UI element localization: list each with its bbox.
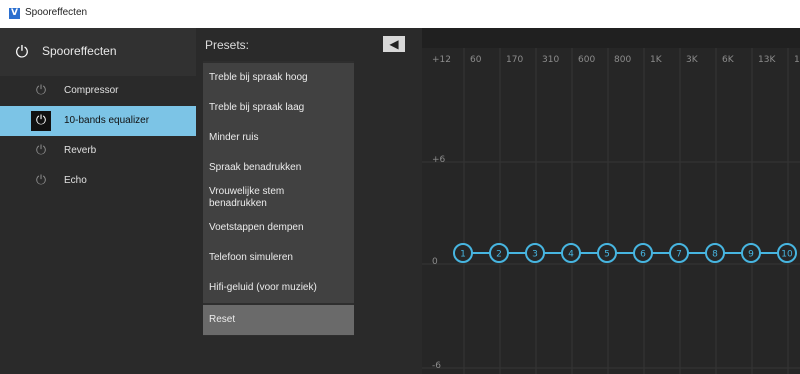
band-number: 9: [748, 250, 754, 260]
preset-item[interactable]: Hifi-geluid (voor muziek): [203, 273, 354, 303]
frequency-label: 310: [542, 55, 559, 65]
band-number: 4: [568, 250, 574, 260]
frequency-label: 16K: [794, 55, 800, 65]
preset-item[interactable]: Vrouwelijke stem benadrukken: [203, 183, 354, 213]
band-number: 7: [676, 250, 682, 260]
preset-item[interactable]: Treble bij spraak laag: [203, 93, 354, 123]
power-icon[interactable]: ⏻: [12, 42, 32, 62]
band-handle[interactable]: 10: [777, 243, 797, 263]
band-handle[interactable]: 5: [597, 243, 617, 263]
band-handle[interactable]: 7: [669, 243, 689, 263]
presets-label: Presets:: [205, 38, 250, 52]
frequency-label: 13K: [758, 55, 776, 65]
band-handle[interactable]: 8: [705, 243, 725, 263]
band-number: 5: [604, 250, 610, 260]
effect-label: 10-bands equalizer: [64, 115, 150, 126]
window-title: Spooreffecten: [25, 7, 88, 18]
presets-list: Treble bij spraak hoog Treble bij spraak…: [203, 61, 354, 336]
power-icon[interactable]: ⏻: [33, 83, 49, 99]
power-icon[interactable]: ⏻: [33, 143, 49, 159]
presets-panel: Presets: ◀ Treble bij spraak hoog Treble…: [196, 28, 422, 374]
arrow-left-icon[interactable]: ◀: [383, 36, 405, 52]
db-label: -6: [432, 361, 441, 371]
frequency-label: 3K: [686, 55, 699, 65]
power-icon[interactable]: ⏻: [31, 111, 51, 131]
preset-item[interactable]: Minder ruis: [203, 123, 354, 153]
band-number: 3: [532, 250, 538, 260]
band-number: 10: [781, 250, 793, 260]
band-number: 8: [712, 250, 718, 260]
effects-sidebar: ⏻ Spooreffecten ⏻ Compressor ⏻ 10-bands …: [0, 28, 196, 374]
sidebar-header-label: Spooreffecten: [42, 44, 117, 58]
preset-item[interactable]: Treble bij spraak hoog: [203, 63, 354, 93]
frequency-label: 600: [578, 55, 595, 65]
preset-item[interactable]: Telefoon simuleren: [203, 243, 354, 273]
preset-item[interactable]: Voetstappen dempen: [203, 213, 354, 243]
effect-item-echo[interactable]: ⏻ Echo: [0, 166, 196, 196]
band-handle[interactable]: 3: [525, 243, 545, 263]
effect-item-reverb[interactable]: ⏻ Reverb: [0, 136, 196, 166]
preset-item[interactable]: Spraak benadrukken: [203, 153, 354, 183]
band-handle[interactable]: 9: [741, 243, 761, 263]
frequency-label: 170: [506, 55, 523, 65]
db-label: +12: [432, 55, 451, 65]
effect-item-equalizer[interactable]: ⏻ 10-bands equalizer: [0, 106, 196, 136]
app-logo-icon: V: [9, 8, 20, 19]
db-label: 0: [432, 257, 438, 267]
band-handle[interactable]: 6: [633, 243, 653, 263]
frequency-label: 1K: [650, 55, 663, 65]
db-label: +6: [432, 155, 446, 165]
band-handle[interactable]: 1: [453, 243, 473, 263]
equalizer-graph: +12 +6 0 -6 60 170 310 600 800 1K 3K 6K 13K 16K 1 2 3 4 5 6…: [422, 28, 800, 374]
frequency-label: 60: [470, 55, 482, 65]
band-handle[interactable]: 2: [489, 243, 509, 263]
frequency-label: 800: [614, 55, 631, 65]
power-icon[interactable]: ⏻: [33, 173, 49, 189]
band-number: 6: [640, 250, 646, 260]
effect-label: Echo: [64, 175, 87, 186]
effect-label: Compressor: [64, 85, 119, 96]
effect-label: Reverb: [64, 145, 97, 156]
band-handle[interactable]: 4: [561, 243, 581, 263]
sidebar-header: ⏻ Spooreffecten: [0, 28, 196, 76]
equalizer-canvas: +12 +6 0 -6 60 170 310 600 800 1K 3K 6K 13K 16K 1 2 3 4 5 6…: [422, 28, 800, 374]
band-number: 1: [460, 250, 466, 260]
effect-item-compressor[interactable]: ⏻ Compressor: [0, 76, 196, 106]
preset-reset-button[interactable]: Reset: [203, 305, 354, 335]
title-bar: V Spooreffecten: [0, 0, 800, 28]
frequency-label: 6K: [722, 55, 735, 65]
band-number: 2: [496, 250, 502, 260]
